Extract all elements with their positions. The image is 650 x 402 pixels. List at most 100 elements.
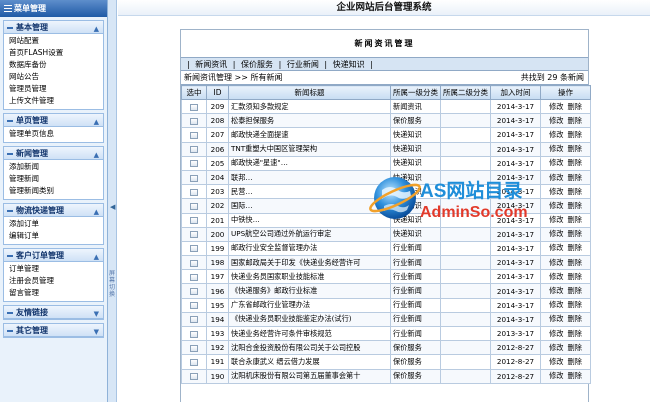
delete-link[interactable]: 删除 xyxy=(568,357,582,366)
sidebar-group-header[interactable]: 物流快递管理 ▲ xyxy=(4,204,103,217)
title-cell[interactable]: UPS航空公司通过外航运行审定 xyxy=(228,226,391,242)
edit-link[interactable]: 修改 xyxy=(549,229,563,238)
row-checkbox[interactable] xyxy=(190,188,198,196)
row-checkbox[interactable] xyxy=(190,146,198,154)
sidebar-item[interactable]: 网站公告 xyxy=(9,71,103,83)
delete-link[interactable]: 删除 xyxy=(568,201,582,210)
delete-link[interactable]: 删除 xyxy=(568,314,582,323)
edit-link[interactable]: 修改 xyxy=(549,130,563,139)
delete-link[interactable]: 删除 xyxy=(568,229,582,238)
edit-link[interactable]: 修改 xyxy=(549,215,563,224)
sidebar-group-header[interactable]: 友情链接 ▼ xyxy=(4,306,103,319)
delete-link[interactable]: 删除 xyxy=(568,144,582,153)
chevron-down-icon[interactable]: ▼ xyxy=(94,308,99,321)
title-cell[interactable]: 联邦… xyxy=(228,169,391,186)
edit-link[interactable]: 修改 xyxy=(549,201,563,210)
tab-insurance[interactable]: 保价服务 xyxy=(241,60,273,69)
row-checkbox[interactable] xyxy=(190,117,198,125)
delete-link[interactable]: 删除 xyxy=(568,343,582,352)
title-cell[interactable]: TNT重塑大中国区管理架构 xyxy=(228,141,391,157)
row-checkbox[interactable] xyxy=(190,373,198,381)
row-checkbox[interactable] xyxy=(190,131,198,139)
delete-link[interactable]: 删除 xyxy=(568,130,582,139)
title-cell[interactable]: 沈阳机床股份有限公司第五届董事会第十 xyxy=(228,368,391,384)
row-checkbox[interactable] xyxy=(190,344,198,352)
row-checkbox[interactable] xyxy=(190,316,198,324)
collapse-arrow-icon[interactable]: ◀ xyxy=(110,203,115,211)
delete-link[interactable]: 删除 xyxy=(568,286,582,295)
delete-link[interactable]: 删除 xyxy=(568,158,582,167)
chevron-up-icon[interactable]: ▲ xyxy=(94,116,99,129)
edit-link[interactable]: 修改 xyxy=(549,329,563,338)
title-cell[interactable]: 中铁快… xyxy=(228,212,391,228)
title-cell[interactable]: 邮政快递全面提速 xyxy=(228,127,391,143)
edit-link[interactable]: 修改 xyxy=(549,173,563,182)
row-checkbox[interactable] xyxy=(190,273,198,281)
delete-link[interactable]: 删除 xyxy=(568,173,582,182)
delete-link[interactable]: 删除 xyxy=(568,215,582,224)
sidebar-item[interactable]: 网站配置 xyxy=(9,35,103,47)
sidebar-group-header[interactable]: 其它管理 ▼ xyxy=(4,324,103,337)
title-cell[interactable]: 民营… xyxy=(228,184,391,200)
edit-link[interactable]: 修改 xyxy=(549,187,563,196)
row-checkbox[interactable] xyxy=(190,174,198,182)
sidebar-item[interactable]: 数据库备份 xyxy=(9,59,103,71)
title-cell[interactable]: 沈阳合金投资股份有限公司关于公司控股 xyxy=(228,340,391,356)
tab-news[interactable]: 新闻资讯 xyxy=(195,60,227,69)
row-checkbox[interactable] xyxy=(190,259,198,267)
title-cell[interactable]: 汇款须知多款规定 xyxy=(228,98,391,115)
chevron-up-icon[interactable]: ▲ xyxy=(94,206,99,219)
edit-link[interactable]: 修改 xyxy=(549,158,563,167)
title-cell[interactable]: 快递业务经营许可条件审核规范 xyxy=(228,325,391,342)
row-checkbox[interactable] xyxy=(190,302,198,310)
delete-link[interactable]: 删除 xyxy=(568,187,582,196)
row-checkbox[interactable] xyxy=(190,160,198,168)
sidebar-item[interactable]: 添加订单 xyxy=(9,218,103,230)
row-checkbox[interactable] xyxy=(190,103,198,111)
sidebar-item[interactable]: 管理新闻 xyxy=(9,173,103,185)
title-cell[interactable]: 松泰担保服务 xyxy=(228,113,391,129)
edit-link[interactable]: 修改 xyxy=(549,357,563,366)
edit-link[interactable]: 修改 xyxy=(549,371,563,380)
sidebar-item[interactable]: 添加新闻 xyxy=(9,161,103,173)
title-cell[interactable]: 国际… xyxy=(228,198,391,214)
chevron-up-icon[interactable]: ▲ xyxy=(94,23,99,36)
title-cell[interactable]: 广东省邮政行业管理办法 xyxy=(228,297,391,313)
sidebar-item[interactable]: 留言管理 xyxy=(9,287,103,299)
edit-link[interactable]: 修改 xyxy=(549,286,563,295)
sidebar-item[interactable]: 订单管理 xyxy=(9,263,103,275)
delete-link[interactable]: 删除 xyxy=(568,329,582,338)
row-checkbox[interactable] xyxy=(190,231,198,239)
row-checkbox[interactable] xyxy=(190,358,198,366)
sidebar-group-header[interactable]: 基本管理 ▲ xyxy=(4,21,103,34)
sidebar-item[interactable]: 首页FLASH设置 xyxy=(9,47,103,59)
sidebar-item[interactable]: 管理单页信息 xyxy=(9,128,103,140)
sidebar-group-header[interactable]: 新闻管理 ▲ xyxy=(4,147,103,160)
edit-link[interactable]: 修改 xyxy=(549,314,563,323)
title-cell[interactable]: 国家邮政局关于印发《快递业务经营许可 xyxy=(228,255,391,271)
sidebar-group-header[interactable]: 客户订单管理 ▲ xyxy=(4,249,103,262)
sidebar-group-header[interactable]: 单页管理 ▲ xyxy=(4,114,103,127)
edit-link[interactable]: 修改 xyxy=(549,343,563,352)
sidebar-splitter[interactable]: ◀ 屏幕切换 xyxy=(108,0,117,402)
title-cell[interactable]: 邮政行业安全监督管理办法 xyxy=(228,240,391,257)
delete-link[interactable]: 删除 xyxy=(568,116,582,125)
delete-link[interactable]: 删除 xyxy=(568,243,582,252)
sidebar-header[interactable]: 菜单管理 xyxy=(0,0,107,17)
delete-link[interactable]: 删除 xyxy=(568,102,582,111)
title-cell[interactable]: 联合永康武义 缙云借力发展 xyxy=(228,354,391,370)
tab-knowledge[interactable]: 快递知识 xyxy=(333,60,365,69)
title-cell[interactable]: 《快递服务》邮政行业标准 xyxy=(228,283,391,299)
row-checkbox[interactable] xyxy=(190,245,198,253)
sidebar-item[interactable]: 注册会员管理 xyxy=(9,275,103,287)
title-cell[interactable]: 《快递业务员职业技能鉴定办法(试行) xyxy=(228,311,391,328)
row-checkbox[interactable] xyxy=(190,330,198,338)
chevron-up-icon[interactable]: ▲ xyxy=(94,149,99,162)
title-cell[interactable]: 邮政快递"星速"… xyxy=(228,155,391,171)
sidebar-item[interactable]: 管理新闻类别 xyxy=(9,185,103,197)
edit-link[interactable]: 修改 xyxy=(549,102,563,111)
row-checkbox[interactable] xyxy=(190,202,198,210)
delete-link[interactable]: 删除 xyxy=(568,258,582,267)
sidebar-item[interactable]: 上传文件管理 xyxy=(9,95,103,107)
splitter-label[interactable]: 屏幕切换 xyxy=(109,270,116,298)
